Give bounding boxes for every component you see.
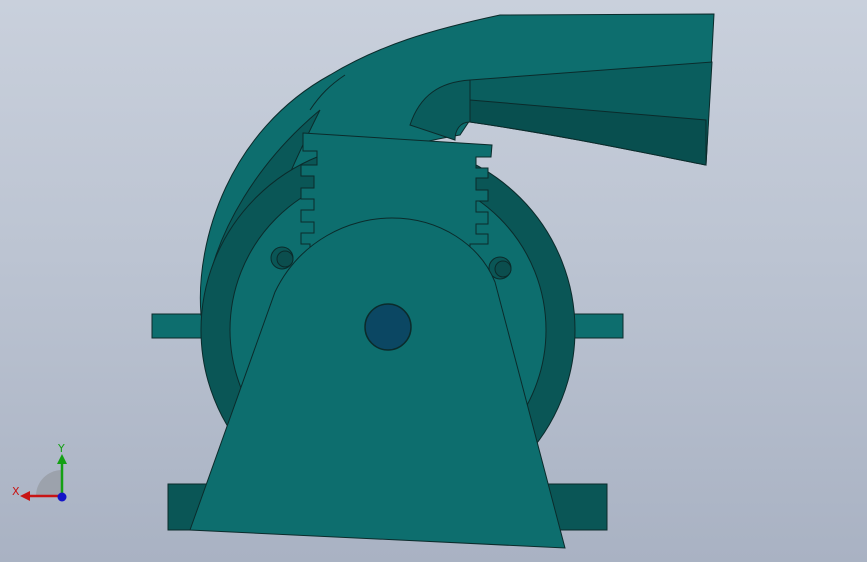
triad-y-label: Y [57, 442, 65, 455]
triad-quadrant [36, 470, 62, 496]
z-axis-dot [57, 492, 67, 502]
mount-hole-left[interactable] [270, 246, 294, 270]
triad-x-label: X [12, 485, 20, 498]
axis-triad: Y X [12, 442, 67, 502]
shaft-hub[interactable] [364, 303, 412, 351]
x-axis-arrow-icon [20, 491, 30, 501]
y-axis-arrow-icon [57, 454, 67, 464]
3d-model-viewport[interactable] [0, 0, 867, 562]
